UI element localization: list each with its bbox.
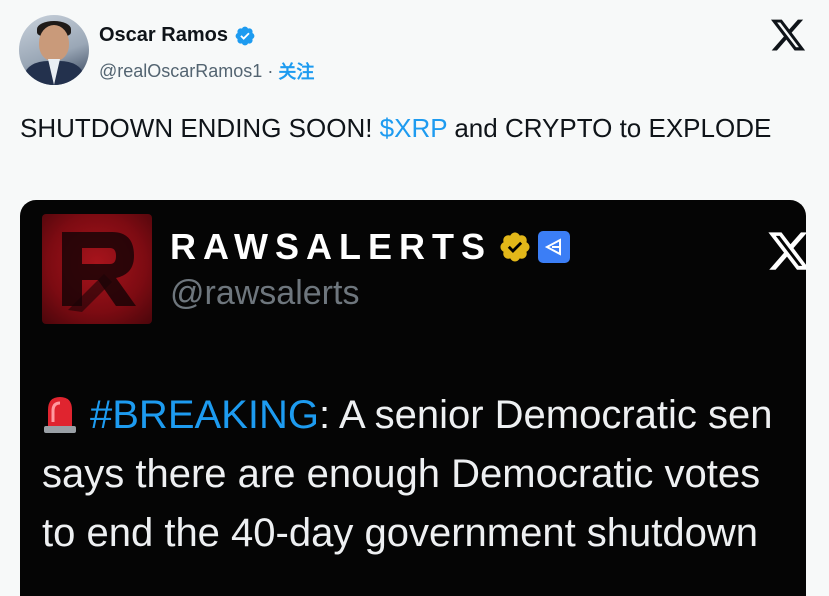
tweet-text-before: SHUTDOWN ENDING SOON!	[20, 113, 380, 143]
author-name-row: Oscar Ramos	[99, 24, 256, 47]
embedded-post-text: #BREAKING: A senior Democratic sen says …	[42, 386, 806, 563]
follow-button[interactable]: 关注	[278, 58, 314, 84]
rawsalerts-logo-icon	[62, 232, 136, 312]
avatar-face	[39, 25, 69, 61]
embedded-text-line-2: says there are enough Democratic votes	[42, 452, 761, 496]
embedded-name-row: RAWSALERTS	[170, 226, 570, 268]
embedded-image[interactable]: RAWSALERTS @rawsalerts #BREAKING: A seni…	[20, 200, 806, 596]
cashtag-link[interactable]: $XRP	[380, 113, 447, 143]
embedded-text-line: #BREAKING: A senior Democratic sen	[42, 386, 806, 445]
author-handle-row: @realOscarRamos1 · 关注	[99, 58, 314, 84]
x-logo-icon[interactable]	[769, 16, 807, 54]
siren-emoji-icon	[44, 397, 76, 433]
embedded-account-handle: @rawsalerts	[170, 274, 360, 312]
embedded-x-logo-icon	[768, 232, 806, 270]
separator-dot: ·	[267, 60, 274, 81]
author-handle[interactable]: @realOscarRamos1	[99, 61, 262, 82]
embedded-text-line-3: to end the 40-day government shutdown	[42, 511, 759, 555]
avatar[interactable]	[19, 15, 89, 85]
breaking-hashtag: #BREAKING	[90, 393, 319, 437]
affiliate-badge-icon	[538, 231, 570, 263]
verified-badge-icon	[235, 26, 255, 45]
tweet-text-after: and CRYPTO to EXPLODE	[447, 113, 772, 143]
author-name[interactable]: Oscar Ramos	[99, 24, 228, 47]
tweet-text: SHUTDOWN ENDING SOON! $XRP and CRYPTO to…	[20, 110, 810, 146]
embedded-text-line-1: : A senior Democratic sen	[318, 393, 773, 437]
rawsalerts-logo	[42, 214, 152, 324]
gold-verified-badge-icon	[500, 232, 530, 262]
embedded-account-name: RAWSALERTS	[170, 226, 492, 267]
